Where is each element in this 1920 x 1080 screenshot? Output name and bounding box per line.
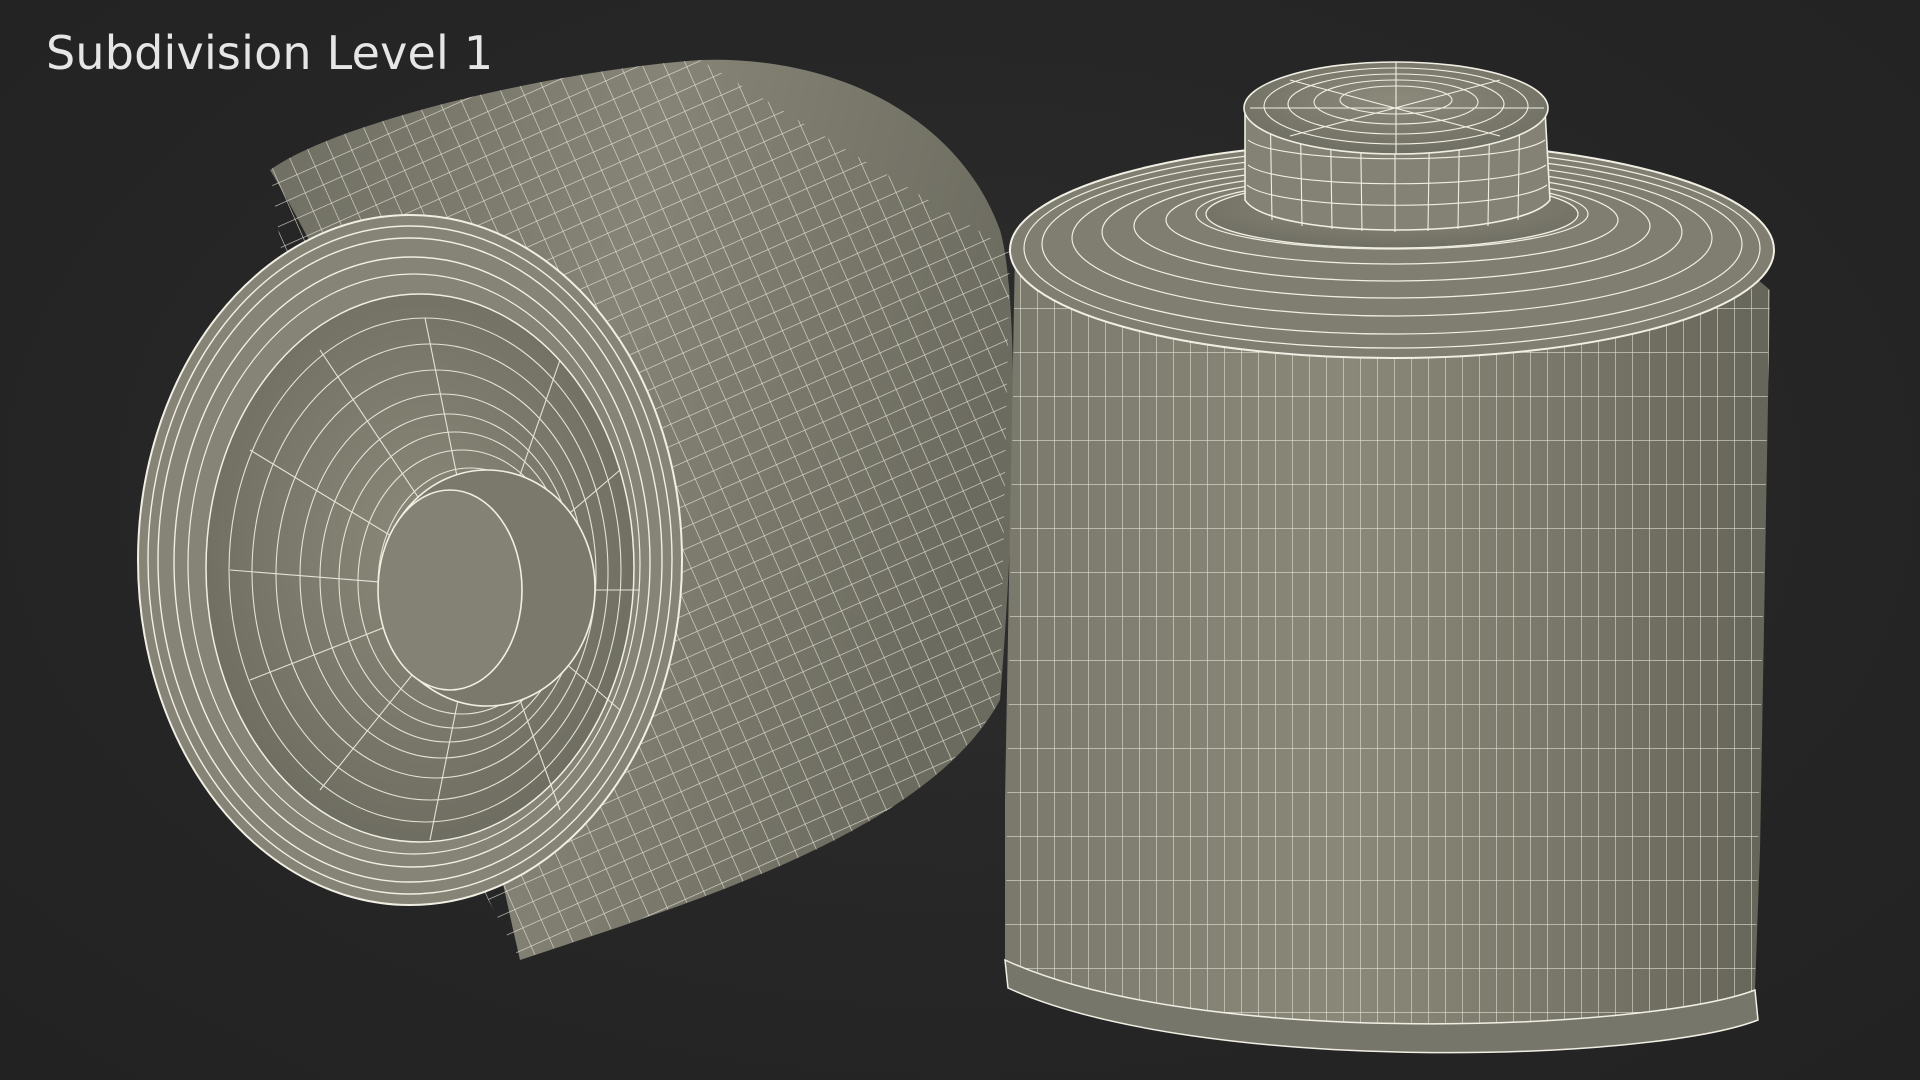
scene-render	[137, 59, 1775, 1054]
viewport[interactable]: Subdivision Level 1	[0, 0, 1920, 1080]
can-lying-on-side	[137, 59, 1014, 960]
upright-can-body-wireframe	[1005, 250, 1770, 1024]
can-upright-with-spout	[1004, 61, 1775, 1054]
lying-can-center-hole	[377, 489, 523, 691]
